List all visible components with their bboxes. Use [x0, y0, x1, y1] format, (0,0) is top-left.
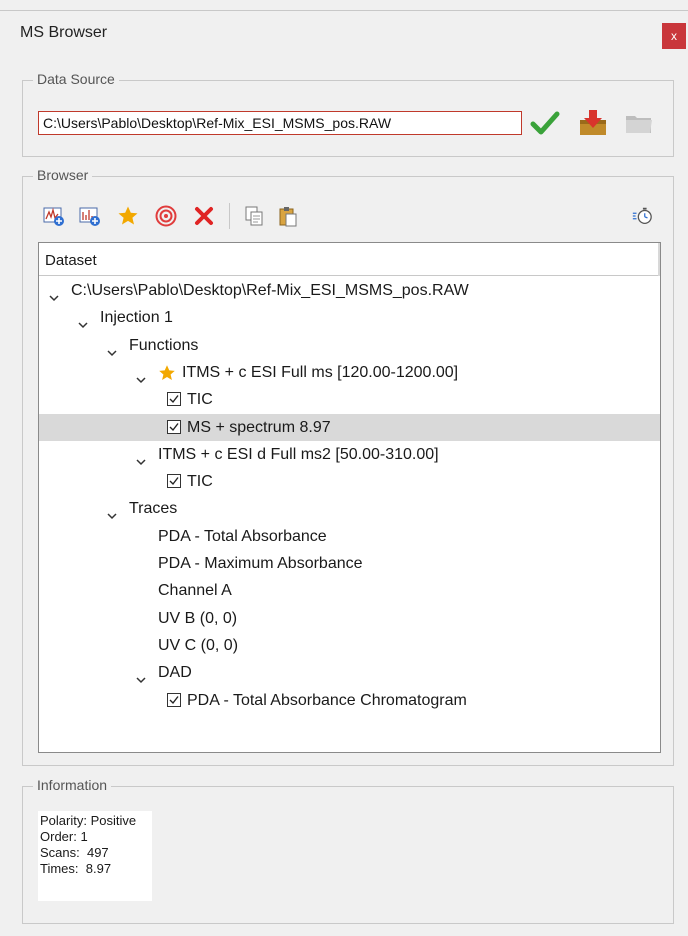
tree-row-label: Injection 1: [100, 309, 173, 327]
check-icon[interactable]: [529, 108, 561, 138]
paste-icon[interactable]: [277, 205, 299, 227]
tree-row-label: UV B (0, 0): [158, 609, 238, 627]
browser-group: Browser Dataset C:\Users\Pablo\Desktop\R…: [22, 167, 674, 766]
data-source-legend: Data Source: [33, 71, 119, 87]
tree-row[interactable]: DAD: [39, 659, 660, 686]
tree-row-label: UV C (0, 0): [158, 636, 239, 654]
star-icon: [158, 364, 176, 382]
tree-row-label: Channel A: [158, 582, 232, 600]
tree-row[interactable]: ITMS + c ESI Full ms [120.00-1200.00]: [39, 359, 660, 386]
tree-row[interactable]: PDA - Maximum Absorbance: [39, 550, 660, 577]
info-polarity: Polarity: Positive: [40, 813, 137, 828]
browser-legend: Browser: [33, 167, 93, 183]
tree-row-label: DAD: [158, 664, 192, 682]
tree-row[interactable]: Traces: [39, 495, 660, 522]
chevron-down-icon[interactable]: [107, 340, 117, 356]
tree-row[interactable]: Channel A: [39, 577, 660, 604]
copy-icon[interactable]: [243, 205, 265, 227]
info-times: Times: 8.97: [40, 861, 112, 876]
chevron-down-icon[interactable]: [136, 367, 146, 383]
info-order: Order: 1: [40, 829, 88, 844]
chevron-down-icon[interactable]: [49, 285, 59, 302]
download-icon[interactable]: [577, 108, 609, 138]
tree-row-label: ITMS + c ESI d Full ms2 [50.00-310.00]: [158, 445, 439, 463]
info-scans: Scans: 497: [40, 845, 109, 860]
close-button[interactable]: x: [662, 23, 686, 49]
chevron-down-icon[interactable]: [136, 449, 146, 465]
tree-row[interactable]: UV B (0, 0): [39, 605, 660, 632]
dataset-tree[interactable]: Dataset C:\Users\Pablo\Desktop\Ref-Mix_E…: [38, 242, 661, 753]
tree-row[interactable]: ITMS + c ESI d Full ms2 [50.00-310.00]: [39, 441, 660, 468]
tree-row-label: C:\Users\Pablo\Desktop\Ref-Mix_ESI_MSMS_…: [71, 282, 469, 299]
tree-header-edge: [658, 243, 660, 276]
folder-icon[interactable]: [623, 108, 655, 138]
tree-row-label: Functions: [129, 336, 199, 354]
tree-row[interactable]: Injection 1: [39, 304, 660, 331]
star-icon[interactable]: [117, 205, 139, 227]
data-source-path-input[interactable]: C:\Users\Pablo\Desktop\Ref-Mix_ESI_MSMS_…: [38, 111, 522, 135]
information-panel: Polarity: Positive Order: 1 Scans: 497 T…: [38, 811, 152, 901]
tree-row-label: ITMS + c ESI Full ms [120.00-1200.00]: [182, 363, 459, 381]
information-group: Information Polarity: Positive Order: 1 …: [22, 777, 674, 924]
row-checkbox[interactable]: [167, 392, 181, 407]
tree-row[interactable]: TIC: [39, 468, 660, 495]
tree-row-label: PDA - Total Absorbance: [158, 527, 327, 545]
tree-row[interactable]: Functions: [39, 332, 660, 359]
tree-row-label: Traces: [129, 500, 178, 518]
tree-row[interactable]: C:\Users\Pablo\Desktop\Ref-Mix_ESI_MSMS_…: [39, 277, 660, 304]
window-title: MS Browser: [20, 24, 108, 41]
tree-row-label: MS + spectrum 8.97: [187, 418, 331, 436]
timer-icon[interactable]: [631, 205, 653, 227]
row-checkbox[interactable]: [167, 692, 181, 707]
information-legend: Information: [33, 777, 112, 793]
chevron-down-icon[interactable]: [136, 667, 146, 684]
tree-row-label: PDA - Total Absorbance Chromatogram: [187, 691, 467, 709]
row-checkbox[interactable]: [167, 474, 181, 489]
data-source-group: Data Source C:\Users\Pablo\Desktop\Ref-M…: [22, 71, 674, 157]
target-icon[interactable]: [155, 205, 177, 227]
add-spectrum-icon[interactable]: [79, 205, 101, 227]
toolbar-separator: [229, 203, 230, 229]
tree-row-label: PDA - Maximum Absorbance: [158, 555, 363, 572]
chevron-down-icon[interactable]: [107, 503, 117, 520]
tree-row[interactable]: PDA - Total Absorbance Chromatogram: [39, 687, 660, 714]
chevron-down-icon[interactable]: [78, 312, 88, 329]
tree-row-label: TIC: [187, 473, 213, 491]
delete-icon[interactable]: [193, 205, 215, 227]
add-chromatogram-icon[interactable]: [43, 205, 65, 227]
tree-row-label: TIC: [187, 391, 213, 409]
tree-row[interactable]: PDA - Total Absorbance: [39, 523, 660, 550]
tree-row[interactable]: TIC: [39, 386, 660, 413]
tree-header-dataset[interactable]: Dataset: [39, 243, 660, 276]
tree-row[interactable]: UV C (0, 0): [39, 632, 660, 659]
row-checkbox[interactable]: [167, 419, 181, 434]
tree-row[interactable]: MS + spectrum 8.97: [39, 413, 660, 441]
